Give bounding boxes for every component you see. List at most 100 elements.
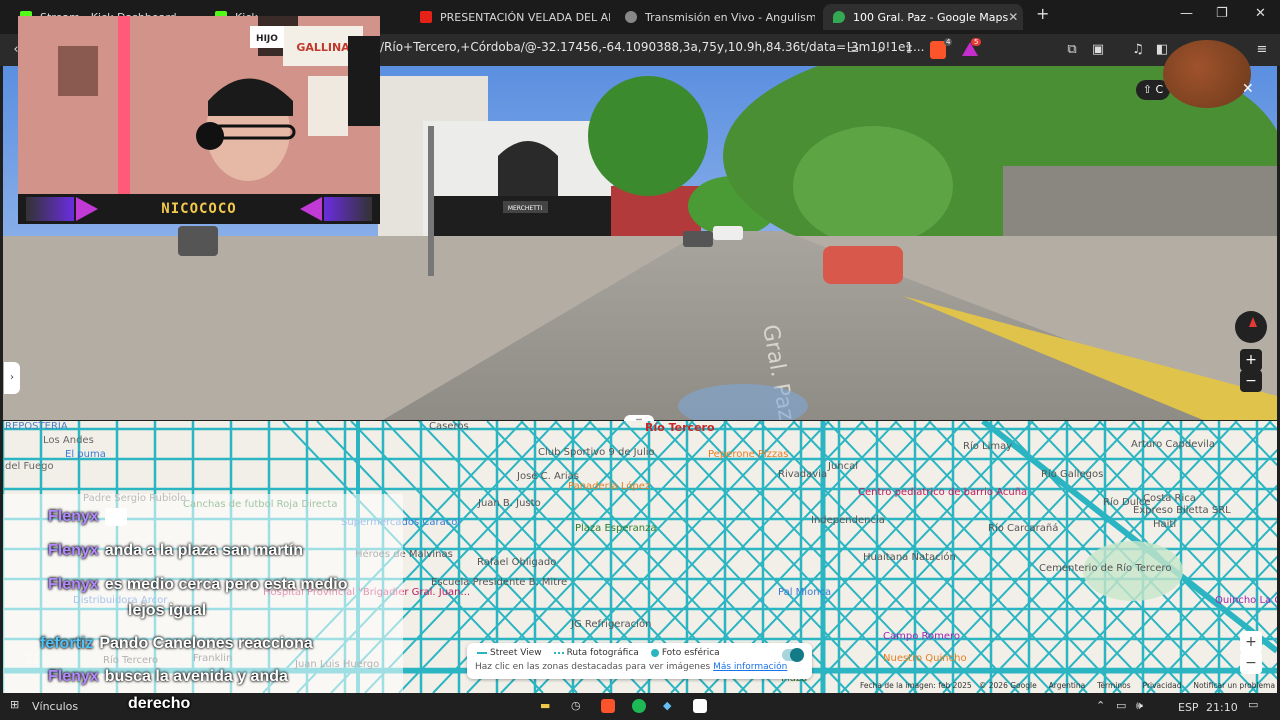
maps-pin-icon: [833, 11, 845, 23]
map-place-label[interactable]: Costa Rica: [1143, 493, 1196, 504]
minimize-icon[interactable]: —: [1180, 6, 1193, 21]
legend-photo-route: Ruta fotográfica: [553, 648, 639, 658]
map-place-label[interactable]: Panadería López: [568, 481, 650, 492]
youtube-icon: [420, 11, 432, 23]
map-place-label[interactable]: JG Refrigeración: [571, 619, 651, 630]
tray-chevron-icon[interactable]: ⌃: [1096, 699, 1105, 712]
decor-left: [26, 197, 74, 221]
webcam-overlay: GALLINA HIJO: [18, 16, 380, 224]
map-city-label: Río Tercero: [645, 421, 715, 434]
map-place-label[interactable]: Juan B. Justo: [478, 498, 541, 509]
tab-presentacion[interactable]: PRESENTACIÓN VELADA DEL AÑO V: [420, 4, 610, 30]
decor-arrow-right: [300, 197, 322, 221]
map-place-label[interactable]: Haití: [1153, 519, 1176, 530]
map-place-label[interactable]: Río Limay: [963, 441, 1012, 452]
chat-message: Flenyx anda a la plaza san martín: [48, 542, 303, 559]
install-icon[interactable]: ▭: [845, 42, 861, 58]
coconut-overlay: [1163, 40, 1251, 108]
screenshot-icon[interactable]: ▣: [1090, 42, 1106, 58]
map-place-label[interactable]: El puma: [65, 449, 106, 460]
more-info-link[interactable]: Más información: [713, 662, 787, 672]
clock-app-icon[interactable]: ◷: [571, 699, 581, 712]
map-place-label[interactable]: Pal Mionca: [778, 587, 831, 598]
map-place-label[interactable]: Huaitana Natación: [863, 552, 956, 563]
poster-text: GALLINA: [296, 41, 350, 54]
map-place-label[interactable]: Independencia: [811, 515, 885, 526]
expand-panel-button[interactable]: ›: [4, 362, 20, 394]
map-place-label[interactable]: Juncal: [828, 461, 858, 472]
chat-message: Flenyx: [48, 508, 127, 526]
map-place-label[interactable]: del Fuego: [5, 461, 54, 472]
steam-icon[interactable]: ◆: [663, 699, 671, 712]
chat-message: Flenyx busca la avenida y anda: [48, 668, 288, 685]
map-footer: Fecha de la imagen: feb 2025 © 2026 Goog…: [860, 681, 1276, 690]
maximize-icon[interactable]: ❐: [1216, 6, 1228, 21]
extensions-icon[interactable]: ⧉: [1064, 42, 1080, 58]
start-icon[interactable]: ⊞: [10, 698, 19, 711]
map-place-label[interactable]: Nuestro Quincho: [883, 653, 967, 664]
address-bar[interactable]: /Río+Tercero,+Córdoba/@-32.17456,-64.109…: [380, 40, 924, 54]
sv-zoom-in-button[interactable]: +: [1240, 349, 1262, 371]
tab-transmision[interactable]: Transmisión en Vivo - Angulismo: [625, 4, 815, 30]
zoom-icon[interactable]: ⌕: [873, 42, 889, 58]
map-place-label[interactable]: Los Andes: [43, 435, 94, 446]
chat-message: fefortiz Pando Canelones reacciona: [40, 635, 313, 652]
chat-message-continued: lejos igual: [128, 602, 207, 619]
poster-text-2: HIJO: [256, 34, 278, 44]
close-window-icon[interactable]: ✕: [1255, 6, 1266, 21]
file-explorer-icon[interactable]: ▬: [540, 699, 550, 712]
map-place-label[interactable]: Centro pediatrico de barrio Acuña: [858, 487, 1027, 498]
map-zoom-in-button[interactable]: +: [1240, 631, 1262, 653]
map-place-label[interactable]: Cementerio de Río Tercero: [1039, 563, 1171, 574]
decor-arrow-left: [76, 197, 98, 221]
sidebar-icon[interactable]: ◧: [1154, 42, 1170, 58]
notification-icon[interactable]: ▭: [1248, 698, 1258, 711]
street-view-toggle[interactable]: [782, 648, 804, 662]
map-zoom-out-button[interactable]: −: [1240, 652, 1262, 674]
vinculos-label[interactable]: Vínculos: [32, 700, 78, 713]
tab-google-maps[interactable]: 100 Gral. Paz - Google Maps ✕: [823, 4, 1023, 30]
emote-icon: [104, 508, 127, 526]
volume-icon[interactable]: 🕪: [1136, 699, 1143, 713]
language-indicator[interactable]: ESP: [1178, 701, 1199, 714]
music-icon[interactable]: ♫: [1130, 42, 1146, 58]
app-icon[interactable]: [693, 699, 707, 713]
legend-spherical: Foto esférica: [650, 648, 720, 658]
map-place-label[interactable]: Arturo Capdevila: [1131, 439, 1215, 450]
share-icon[interactable]: ⇪: [901, 42, 917, 58]
close-icon[interactable]: ✕: [1242, 81, 1254, 97]
legend-hint: Haz clic en las zonas destacadas para ve…: [475, 662, 711, 672]
map-place-label[interactable]: Caseros: [429, 421, 469, 432]
map-place-label[interactable]: Rivadavia: [778, 469, 827, 480]
decor-right: [324, 197, 372, 221]
map-place-label[interactable]: Campo Romero: [883, 631, 960, 642]
globe-icon: [625, 11, 637, 23]
menu-icon[interactable]: ≡: [1254, 42, 1270, 58]
map-place-label[interactable]: Río Carcarañá: [988, 523, 1058, 534]
map-place-label[interactable]: José C. Arias: [517, 471, 579, 482]
compass-icon[interactable]: [1235, 311, 1267, 343]
map-place-label[interactable]: REPOSTERÍA: [5, 421, 68, 432]
sv-zoom-out-button[interactable]: −: [1240, 370, 1262, 392]
map-place-label[interactable]: Quincho La C: [1215, 595, 1277, 606]
map-place-label[interactable]: Rafael Obligado: [477, 557, 556, 568]
chat-message-continued: derecho: [128, 695, 191, 712]
new-tab-button[interactable]: +: [1036, 4, 1049, 23]
chat-message: Flenyx es medio cerca pero esta medio: [48, 576, 348, 593]
streamer-name-bar: NICOCOCO: [18, 194, 380, 224]
shop-sign: MERCHETTI: [508, 205, 543, 212]
map-place-label[interactable]: Río Gallegos: [1041, 469, 1103, 480]
clock[interactable]: 21:10: [1206, 701, 1238, 714]
street-view-legend: Street View Ruta fotográfica Foto esféri…: [467, 643, 812, 679]
network-icon[interactable]: ▭: [1116, 699, 1126, 712]
share-icon: ⇧: [1142, 83, 1153, 96]
spotify-icon[interactable]: [632, 699, 646, 713]
fullscreen-icon[interactable]: ⛶: [28, 652, 37, 667]
close-tab-icon[interactable]: ✕: [1008, 10, 1018, 24]
map-place-label[interactable]: Peperone Pizzas: [708, 449, 788, 460]
map-place-label[interactable]: Plaza Esperanza: [575, 523, 656, 534]
map-place-label[interactable]: Club Sportivo 9 de Julio: [538, 447, 655, 458]
brave-taskbar-icon[interactable]: [601, 699, 615, 713]
legend-street-view: Street View: [477, 648, 542, 658]
streamer-name: NICOCOCO: [161, 201, 237, 217]
